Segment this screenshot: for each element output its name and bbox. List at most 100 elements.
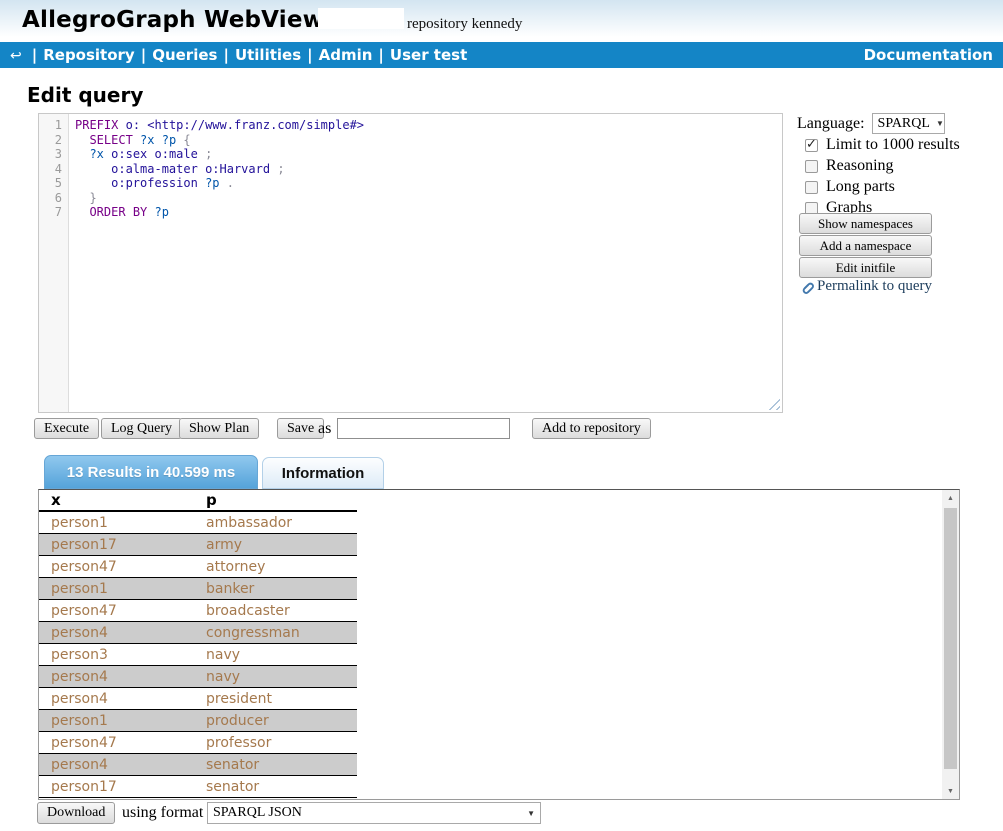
results-table: x p person1ambassadorperson17armyperson4… xyxy=(39,490,357,798)
edit-initfile-button[interactable]: Edit initfile xyxy=(799,257,932,278)
chain-link-icon xyxy=(798,278,815,295)
option-limit-results[interactable]: Limit to 1000 results xyxy=(805,136,960,154)
cell-x: person4 xyxy=(39,757,206,773)
code-line[interactable]: ?x o:sex o:male ; xyxy=(75,147,782,162)
code-line[interactable]: PREFIX o: <http://www.franz.com/simple#> xyxy=(75,118,782,133)
nav-item-queries[interactable]: Queries xyxy=(152,46,217,64)
results-scrollbar[interactable]: ▲ ▼ xyxy=(942,490,959,799)
line-number: 6 xyxy=(39,191,68,206)
page-title: Edit query xyxy=(27,83,143,107)
permalink-to-query-link[interactable]: Permalink to query xyxy=(798,278,932,295)
code-line[interactable]: } xyxy=(75,191,782,206)
reasoning-label: Reasoning xyxy=(826,157,894,175)
app-title: AllegroGraph WebView xyxy=(22,7,324,33)
language-select-value: SPARQL xyxy=(878,116,930,132)
query-editor[interactable]: 1234567 PREFIX o: <http://www.franz.com/… xyxy=(38,113,783,413)
table-row[interactable]: person17army xyxy=(39,534,357,556)
execute-button[interactable]: Execute xyxy=(34,418,99,439)
table-row[interactable]: person47attorney xyxy=(39,556,357,578)
results-table-header: x p xyxy=(39,490,357,512)
scrollbar-thumb[interactable] xyxy=(944,508,957,769)
cell-p: professor xyxy=(206,735,357,751)
permalink-label: Permalink to query xyxy=(817,278,932,295)
cell-x: person4 xyxy=(39,625,206,641)
option-long-parts[interactable]: Long parts xyxy=(805,178,895,196)
cell-p: congressman xyxy=(206,625,357,641)
save-name-input[interactable] xyxy=(337,418,510,439)
table-row[interactable]: person3navy xyxy=(39,644,357,666)
cell-x: person17 xyxy=(39,779,206,795)
table-row[interactable]: person4president xyxy=(39,688,357,710)
nav-link-documentation[interactable]: Documentation xyxy=(864,46,993,64)
log-query-button[interactable]: Log Query xyxy=(101,418,182,439)
line-number: 3 xyxy=(39,147,68,162)
nav-item-user-test[interactable]: User test xyxy=(390,46,467,64)
line-number: 5 xyxy=(39,176,68,191)
long-parts-label: Long parts xyxy=(826,178,895,196)
table-row[interactable]: person4navy xyxy=(39,666,357,688)
cell-x: person1 xyxy=(39,581,206,597)
cell-p: navy xyxy=(206,669,357,685)
show-plan-button[interactable]: Show Plan xyxy=(179,418,259,439)
column-header-p: p xyxy=(206,491,357,509)
download-button[interactable]: Download xyxy=(37,802,115,824)
cell-x: person47 xyxy=(39,603,206,619)
table-row[interactable]: person47professor xyxy=(39,732,357,754)
nav-item-admin[interactable]: Admin xyxy=(319,46,373,64)
results-panel: x p person1ambassadorperson17armyperson4… xyxy=(38,489,960,800)
show-namespaces-button[interactable]: Show namespaces xyxy=(799,213,932,234)
app-header: AllegroGraph WebView repository kennedy xyxy=(0,0,1003,42)
nav-item-utilities[interactable]: Utilities xyxy=(235,46,301,64)
line-number: 4 xyxy=(39,162,68,177)
main-nav: ↩|Repository|Queries|Utilities|Admin|Use… xyxy=(0,42,1003,68)
table-row[interactable]: person1ambassador xyxy=(39,512,357,534)
nav-item-repository[interactable]: Repository xyxy=(43,46,135,64)
nav-separator: | xyxy=(307,46,312,64)
nav-separator: | xyxy=(378,46,383,64)
limit-results-checkbox[interactable] xyxy=(805,139,818,152)
chevron-down-icon: ▼ xyxy=(936,119,944,128)
back-arrow-icon[interactable]: ↩ xyxy=(10,48,22,64)
cell-x: person4 xyxy=(39,691,206,707)
tab-information[interactable]: Information xyxy=(262,457,384,489)
editor-code[interactable]: PREFIX o: <http://www.franz.com/simple#>… xyxy=(69,114,782,412)
scroll-down-arrow-icon[interactable]: ▼ xyxy=(942,783,959,799)
scroll-up-arrow-icon[interactable]: ▲ xyxy=(942,490,959,506)
cell-p: army xyxy=(206,537,357,553)
cell-x: person17 xyxy=(39,537,206,553)
table-row[interactable]: person1producer xyxy=(39,710,357,732)
table-row[interactable]: person1banker xyxy=(39,578,357,600)
table-row[interactable]: person4senator xyxy=(39,754,357,776)
table-row[interactable]: person4congressman xyxy=(39,622,357,644)
cell-x: person1 xyxy=(39,713,206,729)
line-number: 7 xyxy=(39,205,68,220)
repository-label: repository kennedy xyxy=(407,16,522,33)
cell-p: broadcaster xyxy=(206,603,357,619)
option-reasoning[interactable]: Reasoning xyxy=(805,157,894,175)
language-label: Language: xyxy=(797,115,865,133)
webview-page: AllegroGraph WebView repository kennedy … xyxy=(0,0,1003,831)
language-select[interactable]: SPARQL ▼ xyxy=(872,113,945,134)
save-as-label: as xyxy=(318,420,331,438)
table-row[interactable]: person47broadcaster xyxy=(39,600,357,622)
cell-p: attorney xyxy=(206,559,357,575)
table-row[interactable]: person17senator xyxy=(39,776,357,798)
long-parts-checkbox[interactable] xyxy=(805,181,818,194)
code-line[interactable]: SELECT ?x ?p { xyxy=(75,133,782,148)
add-to-repository-button[interactable]: Add to repository xyxy=(532,418,651,439)
line-number: 2 xyxy=(39,133,68,148)
reasoning-checkbox[interactable] xyxy=(805,160,818,173)
blank-patch xyxy=(318,8,404,29)
tab-results[interactable]: 13 Results in 40.599 ms xyxy=(44,455,258,489)
format-select[interactable]: SPARQL JSON ▼ xyxy=(207,802,541,824)
column-header-x: x xyxy=(39,491,206,509)
nav-separator: | xyxy=(141,46,146,64)
cell-p: producer xyxy=(206,713,357,729)
cell-p: senator xyxy=(206,757,357,773)
code-line[interactable]: ORDER BY ?p xyxy=(75,205,782,220)
code-line[interactable]: o:profession ?p . xyxy=(75,176,782,191)
line-number: 1 xyxy=(39,118,68,133)
cell-p: president xyxy=(206,691,357,707)
code-line[interactable]: o:alma-mater o:Harvard ; xyxy=(75,162,782,177)
add-namespace-button[interactable]: Add a namespace xyxy=(799,235,932,256)
